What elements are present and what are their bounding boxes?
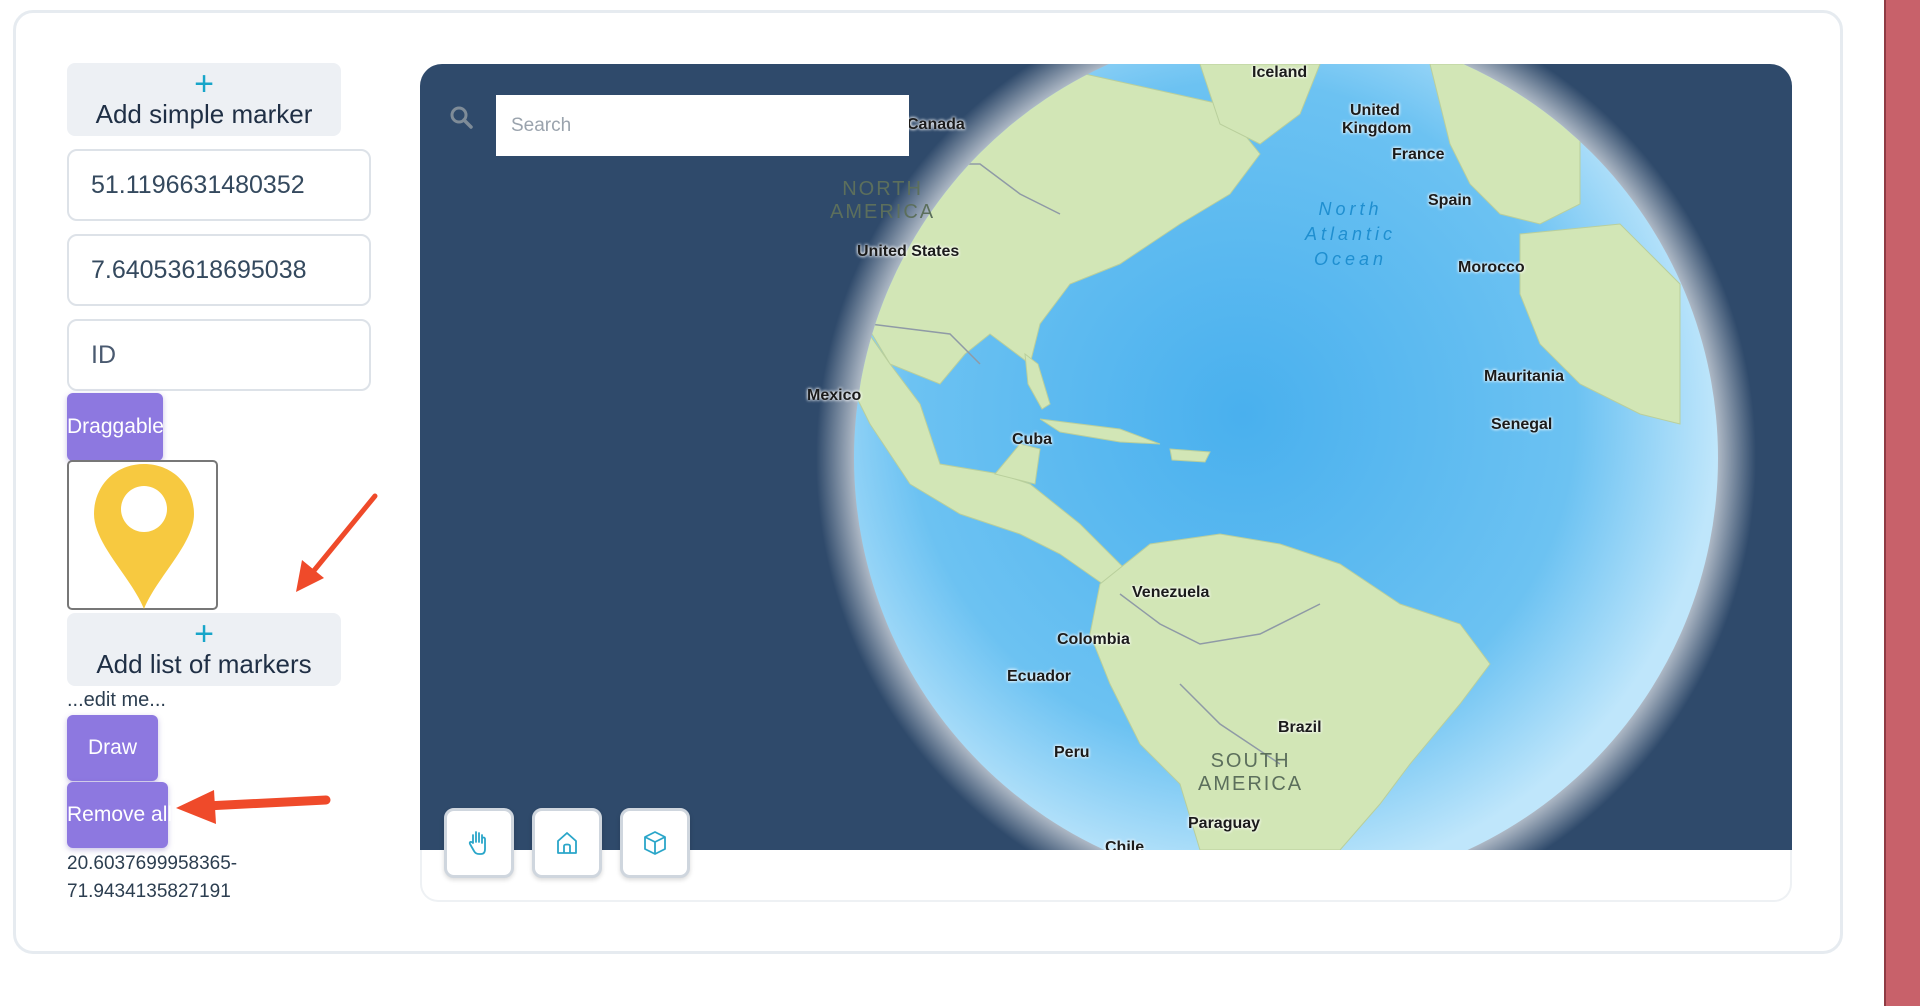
map-view[interactable]: NORTH AMERICA SOUTH AMERICA North Atlant…: [420, 64, 1792, 850]
map-label-united-kingdom-2: Kingdom: [1342, 120, 1412, 137]
map-label-united-states: United States: [857, 243, 960, 260]
3d-view-button[interactable]: [620, 808, 690, 878]
region-label-north-america: NORTH AMERICA: [830, 178, 936, 223]
map-label-paraguay: Paraguay: [1188, 815, 1261, 832]
arrow-annotation-2: [176, 790, 331, 824]
map-label-colombia: Colombia: [1057, 631, 1130, 648]
search-button[interactable]: [442, 98, 482, 138]
map-label-chile: Chile: [1105, 839, 1145, 850]
map-label-senegal: Senegal: [1491, 416, 1553, 433]
home-icon: [557, 832, 577, 854]
arrow-annotation-1: [296, 493, 378, 592]
map-label-united-kingdom-1: United: [1350, 102, 1400, 119]
map-label-brazil: Brazil: [1278, 719, 1322, 736]
map-search-input[interactable]: [496, 95, 909, 156]
region-label-south-america: SOUTH AMERICA: [1198, 750, 1304, 795]
globe-graphic: [816, 64, 1756, 850]
map-label-spain: Spain: [1428, 192, 1472, 209]
hand-pan-icon: [468, 831, 486, 855]
map-label-canada: Canada: [907, 116, 965, 133]
map-label-venezuela: Venezuela: [1132, 584, 1210, 601]
ocean-label-north-atlantic: North Atlantic Ocean: [1305, 199, 1397, 269]
map-label-peru: Peru: [1054, 744, 1090, 761]
map-label-cuba: Cuba: [1012, 431, 1052, 448]
map-label-mauritania: Mauritania: [1484, 368, 1565, 385]
home-button[interactable]: [532, 808, 602, 878]
search-icon: [450, 106, 473, 129]
map-label-ecuador: Ecuador: [1007, 668, 1072, 685]
map-label-morocco: Morocco: [1458, 259, 1525, 276]
map-label-mexico: Mexico: [807, 387, 862, 404]
map-label-iceland: Iceland: [1252, 64, 1308, 81]
map-label-france: France: [1392, 146, 1445, 163]
pan-mode-button[interactable]: [444, 808, 514, 878]
cube-3d-icon: [644, 831, 666, 855]
